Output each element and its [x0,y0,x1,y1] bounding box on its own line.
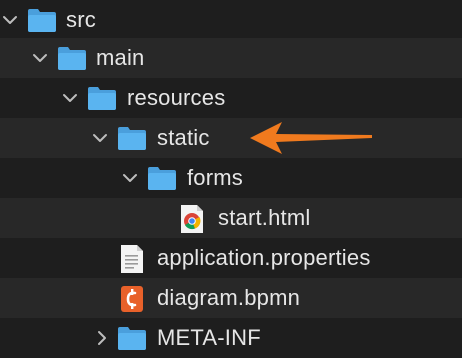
tree-item-label: resources [127,85,226,110]
tree-item-label: static [157,125,210,150]
chevron-down-icon[interactable] [30,48,50,68]
tree-row-start-html[interactable]: start.html [0,198,462,238]
chrome-html-file-icon [179,204,205,234]
folder-icon [87,85,117,111]
folder-icon [57,45,87,71]
tree-row-src[interactable]: src [0,0,462,40]
tree-row-forms[interactable]: forms [0,158,462,198]
tree-row-meta-inf[interactable]: META-INF [0,318,462,358]
folder-icon [147,165,177,191]
tree-row-application-properties[interactable]: application.properties [0,238,462,278]
chevron-down-icon[interactable] [120,168,140,188]
tree-item-label: main [96,45,145,70]
tree-row-diagram-bpmn[interactable]: diagram.bpmn [0,278,462,318]
folder-icon [27,7,57,33]
folder-icon [117,125,147,151]
tree-row-resources[interactable]: resources [0,78,462,118]
chevron-down-icon[interactable] [90,128,110,148]
folder-icon [117,325,147,351]
file-tree: src main resources static forms start.ht… [0,0,462,358]
chevron-right-icon[interactable] [92,328,112,348]
tree-row-static[interactable]: static [0,118,462,158]
tree-item-label: application.properties [157,245,371,270]
tree-item-label: start.html [218,205,311,230]
tree-item-label: src [66,7,96,32]
bpmn-file-icon [119,284,145,314]
text-file-icon [119,244,145,274]
orange-arrow-icon [248,120,376,156]
tree-item-label: META-INF [157,325,261,350]
tree-row-main[interactable]: main [0,38,462,78]
chevron-down-icon[interactable] [60,88,80,108]
chevron-down-icon[interactable] [0,10,20,30]
tree-item-label: forms [187,165,243,190]
tree-item-label: diagram.bpmn [157,285,301,310]
